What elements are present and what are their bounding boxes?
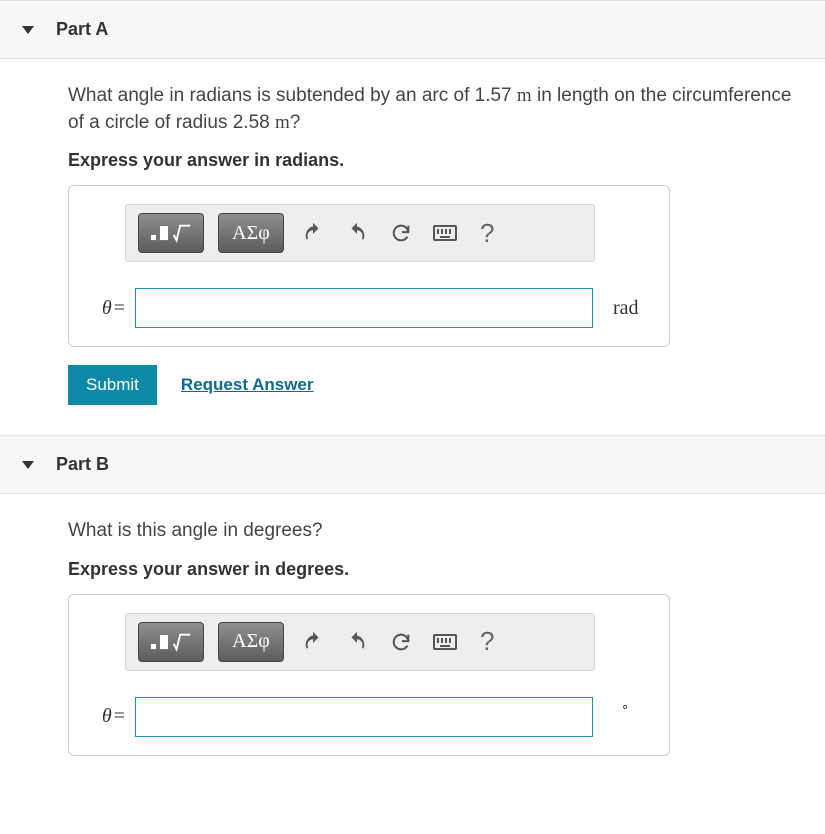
part-a-question: What angle in radians is subtended by an… (68, 83, 805, 136)
equation-toolbar: ΑΣφ ? (125, 204, 595, 262)
reset-icon[interactable] (386, 627, 416, 657)
question-text: ? (290, 112, 301, 133)
sqrt-icon (171, 631, 193, 653)
question-text: What angle in radians is subtended by an… (68, 85, 517, 106)
equals-sign: = (114, 705, 125, 727)
part-b-instruction: Express your answer in degrees. (68, 559, 805, 580)
help-icon[interactable]: ? (474, 626, 500, 657)
unit-m: m (517, 85, 532, 106)
part-a-title: Part A (56, 19, 108, 40)
equals-sign: = (114, 297, 125, 319)
greek-symbols-button[interactable]: ΑΣφ (218, 213, 284, 253)
part-b-header[interactable]: Part B (0, 435, 825, 494)
undo-icon[interactable] (298, 627, 328, 657)
part-b-body: What is this angle in degrees? Express y… (0, 494, 825, 786)
undo-icon[interactable] (298, 218, 328, 248)
part-a-answer-box: ΑΣφ ? θ= rad (68, 185, 670, 347)
theta-symbol: θ (102, 297, 112, 319)
part-a-answer-input[interactable] (135, 288, 593, 328)
part-a-instruction: Express your answer in radians. (68, 150, 805, 171)
unit-rad: rad (613, 297, 639, 320)
part-a-header[interactable]: Part A (0, 0, 825, 59)
part-b-answer-box: ΑΣφ ? θ= ∘ (68, 594, 670, 756)
keyboard-icon[interactable] (430, 218, 460, 248)
theta-label: θ= (87, 297, 125, 320)
unit-degree: ∘ (621, 699, 629, 715)
theta-label: θ= (87, 705, 125, 728)
greek-symbols-button[interactable]: ΑΣφ (218, 622, 284, 662)
part-a-body: What angle in radians is subtended by an… (0, 59, 825, 435)
part-b-title: Part B (56, 454, 109, 475)
reset-icon[interactable] (386, 218, 416, 248)
chevron-down-icon (22, 461, 34, 469)
theta-symbol: θ (102, 705, 112, 727)
sqrt-icon (171, 222, 193, 244)
unit-m: m (275, 112, 290, 133)
part-a-actions: Submit Request Answer (68, 365, 805, 405)
redo-icon[interactable] (342, 218, 372, 248)
request-answer-link[interactable]: Request Answer (181, 375, 314, 395)
help-icon[interactable]: ? (474, 218, 500, 249)
keyboard-icon[interactable] (430, 627, 460, 657)
templates-button[interactable] (138, 622, 204, 662)
submit-button[interactable]: Submit (68, 365, 157, 405)
answer-input-row: θ= ∘ (87, 697, 651, 737)
chevron-down-icon (22, 26, 34, 34)
answer-input-row: θ= rad (87, 288, 651, 328)
equation-toolbar: ΑΣφ ? (125, 613, 595, 671)
part-b-question: What is this angle in degrees? (68, 518, 805, 545)
redo-icon[interactable] (342, 627, 372, 657)
part-b-answer-input[interactable] (135, 697, 593, 737)
templates-button[interactable] (138, 213, 204, 253)
